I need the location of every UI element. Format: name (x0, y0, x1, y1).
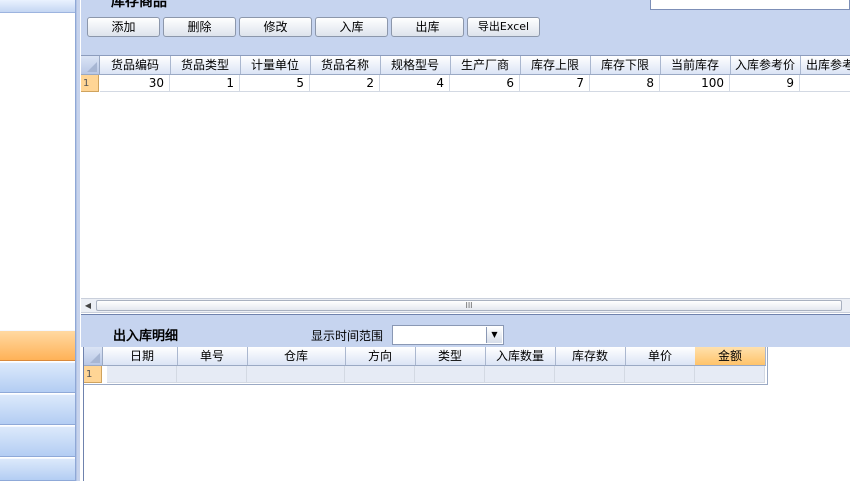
left-navigation (0, 0, 76, 481)
details-cell[interactable] (485, 366, 555, 383)
add-button[interactable]: 添加 (87, 17, 160, 37)
goods-cell[interactable]: 8 (590, 75, 660, 92)
delete-button[interactable]: 删除 (163, 17, 236, 37)
details-cell[interactable] (555, 366, 625, 383)
details-grid[interactable]: 日期 单号 仓库 方向 类型 入库数量 库存数 单价 金额 1 (83, 347, 850, 481)
details-select-all-corner[interactable] (84, 347, 103, 365)
goods-cell[interactable]: 2 (310, 75, 380, 92)
scroll-thumb[interactable]: III (96, 300, 842, 311)
details-column-header[interactable]: 仓库 (247, 347, 346, 365)
goods-cell[interactable]: 6 (450, 75, 520, 92)
details-cell[interactable] (415, 366, 485, 383)
details-panel-header: 出入库明细 显示时间范围 ▼ (81, 314, 850, 347)
details-title: 出入库明细 (113, 329, 179, 344)
details-column-header[interactable]: 单价 (625, 347, 696, 365)
splitter[interactable] (76, 0, 80, 481)
export-excel-button[interactable]: 导出Excel (467, 17, 540, 37)
goods-column-header[interactable]: 计量单位 (240, 56, 311, 74)
select-all-corner[interactable] (81, 56, 100, 74)
goods-cell[interactable]: 4 (380, 75, 450, 92)
details-column-header[interactable]: 单号 (177, 347, 248, 365)
goods-column-header[interactable]: 库存上限 (520, 56, 591, 74)
nav-item-4[interactable] (0, 426, 75, 457)
goods-cell[interactable]: 7 (520, 75, 590, 92)
goods-cell[interactable]: 5 (240, 75, 310, 92)
goods-toolbar-panel: 库存商品 添加 删除 修改 入库 出库 导出Excel (81, 0, 850, 55)
nav-item-3[interactable] (0, 394, 75, 425)
goods-column-header[interactable]: 出库参考 (800, 56, 850, 74)
goods-cell[interactable] (800, 75, 850, 92)
goods-column-header[interactable]: 货品编码 (100, 56, 171, 74)
goods-column-header[interactable]: 当前库存 (660, 56, 731, 74)
goods-column-header[interactable]: 生产厂商 (450, 56, 521, 74)
details-cell[interactable] (695, 366, 765, 383)
details-cell[interactable] (625, 366, 695, 383)
details-cell[interactable] (247, 366, 345, 383)
chevron-down-icon[interactable]: ▼ (486, 327, 502, 343)
time-range-label: 显示时间范围 (311, 329, 384, 343)
goods-column-header[interactable]: 规格型号 (380, 56, 451, 74)
goods-column-header[interactable]: 货品类型 (170, 56, 241, 74)
details-grid-header: 日期 单号 仓库 方向 类型 入库数量 库存数 单价 金额 (84, 347, 766, 366)
goods-grid[interactable]: 货品编码 货品类型 计量单位 货品名称 规格型号 生产厂商 库存上限 库存下限 当前库存 入库参考… (81, 55, 850, 298)
goods-grid-header: 货品编码 货品类型 计量单位 货品名称 规格型号 生产厂商 库存上限 库存下限 当前库存 入库参考… (81, 56, 850, 75)
details-cell[interactable] (345, 366, 415, 383)
nav-header-bar (0, 0, 75, 13)
nav-item-active[interactable] (0, 330, 75, 361)
goods-cell[interactable]: 30 (100, 75, 170, 92)
horizontal-scrollbar[interactable]: ◀ III (81, 298, 850, 313)
details-cell[interactable] (177, 366, 247, 383)
details-cell[interactable] (107, 366, 177, 383)
nav-item-2[interactable] (0, 362, 75, 393)
page-title: 库存商品 (111, 0, 167, 10)
edit-button[interactable]: 修改 (239, 17, 312, 37)
stock-in-button[interactable]: 入库 (315, 17, 388, 37)
search-input[interactable] (650, 0, 850, 10)
scroll-left-icon[interactable]: ◀ (81, 299, 95, 312)
nav-item-5[interactable] (0, 458, 75, 481)
goods-column-header[interactable]: 货品名称 (310, 56, 381, 74)
details-column-header[interactable]: 日期 (107, 347, 178, 365)
stock-out-button[interactable]: 出库 (391, 17, 464, 37)
details-column-header[interactable]: 方向 (345, 347, 416, 365)
goods-cell[interactable]: 1 (170, 75, 240, 92)
time-range-select[interactable]: ▼ (392, 325, 504, 345)
details-column-header[interactable]: 类型 (415, 347, 486, 365)
details-row-header[interactable]: 1 (84, 366, 102, 383)
goods-column-header[interactable]: 库存下限 (590, 56, 661, 74)
goods-row-header[interactable]: 1 (81, 75, 99, 92)
goods-cell[interactable]: 100 (660, 75, 730, 92)
details-grid-body: 日期 单号 仓库 方向 类型 入库数量 库存数 单价 金额 1 (84, 347, 768, 385)
goods-cell[interactable]: 9 (730, 75, 800, 92)
details-column-header[interactable]: 入库数量 (485, 347, 556, 365)
goods-column-header[interactable]: 入库参考价 (730, 56, 801, 74)
details-column-header[interactable]: 库存数 (555, 347, 626, 365)
details-column-header[interactable]: 金额 (695, 347, 766, 365)
